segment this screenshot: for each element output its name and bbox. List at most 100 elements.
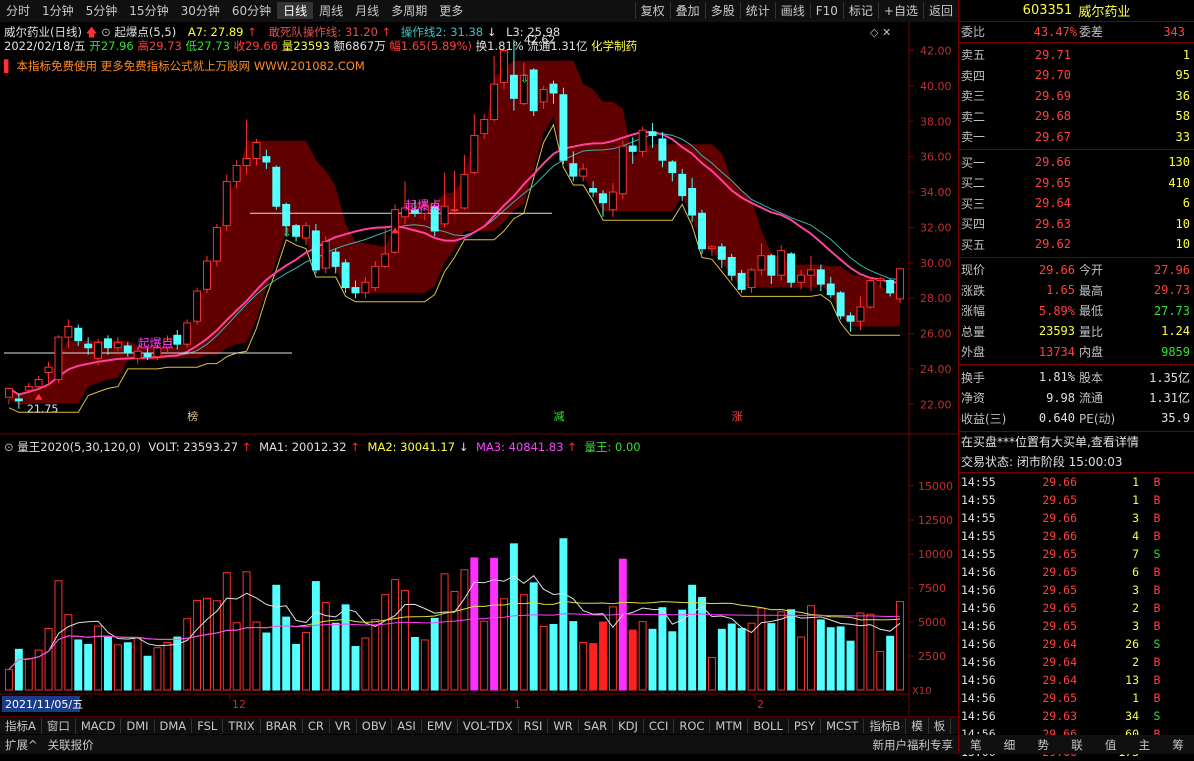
indicator-tab[interactable]: CCI — [644, 718, 675, 733]
book-row[interactable]: 卖四 29.70 95 — [959, 65, 1194, 86]
volume-bar — [539, 625, 548, 691]
toolbar-button[interactable]: 标记 — [842, 2, 878, 19]
book-row[interactable]: 卖五 29.71 1 — [959, 45, 1194, 66]
stat-value: 29.66 — [1038, 262, 1075, 277]
period-tab[interactable]: 多周期 — [385, 2, 433, 19]
close-icon[interactable]: ✕ — [882, 26, 891, 39]
toolbar-button[interactable]: 多股 — [704, 2, 740, 19]
big-order-notice[interactable]: 在买盘***位置有大买单,查看详情 — [959, 432, 1194, 453]
indicator-tab[interactable]: KDJ — [613, 718, 644, 733]
book-row[interactable]: 买一 29.66 130 — [959, 152, 1194, 173]
tick-tab[interactable]: 笔 — [970, 737, 982, 753]
indicator-tab[interactable]: WR — [548, 718, 579, 733]
settings-icon[interactable]: ⊙ — [4, 440, 14, 454]
toolbar-button[interactable]: 画线 — [774, 2, 810, 19]
toolbar-button[interactable]: +自选 — [877, 2, 923, 19]
vol-indicator-name[interactable]: 量王2020(5,30,120,0) — [17, 440, 140, 454]
indicator-tab[interactable]: OBV — [357, 718, 393, 733]
period-tab[interactable]: 1分钟 — [36, 2, 80, 19]
book-row[interactable]: 买二 29.65 410 — [959, 173, 1194, 194]
indicator-tab[interactable]: FSL — [192, 718, 224, 733]
indicator-tab[interactable]: SAR — [579, 718, 614, 733]
kline-chart[interactable]: 42.00 40.00 38.00 36.00 34.00 32.00 30.00 28.00… — [0, 22, 958, 716]
indicator-tab[interactable]: BRAR — [261, 718, 303, 733]
stat-value: 1.24 — [1161, 324, 1190, 339]
tick-tab[interactable]: 联 — [1071, 737, 1083, 753]
volume-bar — [14, 648, 23, 691]
toolbar-button[interactable]: 叠加 — [669, 2, 705, 19]
indicator-tab[interactable]: ASI — [392, 718, 422, 733]
candle-body — [133, 350, 142, 359]
promo-link[interactable]: ▌ 本指标免费使用 更多免费指标公式就上万股网 WWW.201082.COM — [4, 58, 365, 74]
indicator-name[interactable]: 起爆点(5,5) — [114, 25, 176, 39]
indicator-tab[interactable]: 板 — [929, 717, 952, 734]
book-row[interactable]: 买三 29.64 6 — [959, 193, 1194, 214]
indicator-tab[interactable]: 窗口 — [42, 717, 76, 734]
period-tab[interactable]: 周线 — [313, 2, 349, 19]
indicator-tab[interactable]: EMV — [422, 718, 458, 733]
expand-button[interactable]: 扩展^ — [0, 737, 43, 753]
period-tab[interactable]: 30分钟 — [175, 2, 226, 19]
book-row[interactable]: 卖二 29.68 58 — [959, 106, 1194, 127]
book-row[interactable]: 买五 29.62 10 — [959, 234, 1194, 255]
tick-time: 14:55 — [961, 528, 996, 543]
indicator-tab[interactable]: CR — [303, 718, 330, 733]
candle-body — [74, 327, 83, 342]
tick-volume: 1 — [1132, 690, 1139, 705]
ma1-value: MA1: 20012.32 — [259, 440, 347, 454]
price-axis-label: 22.00 — [920, 398, 952, 411]
period-tab[interactable]: 月线 — [349, 2, 385, 19]
indicator-tab[interactable]: RSI — [519, 718, 549, 733]
indicator-tab[interactable]: DMI — [121, 718, 155, 733]
new-user-promo[interactable]: 新用户福利专享 — [868, 737, 959, 753]
period-tab[interactable]: 日线 — [277, 2, 314, 19]
indicator-tab[interactable]: 指标B — [864, 717, 907, 734]
toolbar-button[interactable]: 复权 — [634, 2, 670, 19]
settings-icon[interactable]: ⊙ — [101, 25, 111, 39]
indicator-tab[interactable]: 模 — [906, 717, 929, 734]
indicator-tab[interactable]: ROC — [674, 718, 711, 733]
indicator-tab[interactable]: VOL-TDX — [458, 718, 519, 733]
indicator-tab[interactable]: TRIX — [223, 718, 261, 733]
weicha-label: 委差 — [1079, 25, 1104, 40]
indicator-tab[interactable]: BOLL — [748, 718, 789, 733]
period-tab[interactable]: 15分钟 — [123, 2, 174, 19]
diamond-icon[interactable]: ◇ — [870, 26, 878, 39]
candle — [836, 291, 845, 320]
related-quote-button[interactable]: 关联报价 — [43, 737, 99, 753]
book-row[interactable]: 买四 29.63 10 — [959, 214, 1194, 235]
indicator-tab[interactable]: DMA — [155, 718, 193, 733]
tick-tab[interactable]: 细 — [1004, 737, 1016, 753]
event-marker[interactable]: 涨 — [732, 410, 743, 423]
candle-body — [361, 281, 370, 294]
indicator-tab[interactable]: PSY — [789, 718, 822, 733]
volume-bar — [826, 627, 835, 691]
indicator-tab[interactable]: 指标A — [0, 717, 42, 734]
tick-tab[interactable]: 筹 — [1172, 737, 1184, 753]
period-tab[interactable]: 分时 — [0, 2, 36, 19]
indicator-tab[interactable]: MTM — [710, 718, 749, 733]
period-tab[interactable]: 更多 — [433, 2, 469, 19]
toolbar-button[interactable]: 返回 — [922, 2, 958, 19]
event-marker[interactable]: 减 — [554, 410, 565, 423]
tick-list[interactable]: 14:55 29.66 1 B 14:55 29.65 1 B 14:55 29.66 3 B 14:5… — [959, 473, 1194, 761]
chart-window-controls[interactable]: ◇ ✕ — [870, 26, 891, 39]
stat-value: 27.96 — [1153, 262, 1190, 277]
channel-band — [9, 60, 900, 406]
toolbar-button[interactable]: F10 — [809, 3, 843, 18]
indicator-tab[interactable]: MACD — [76, 718, 122, 733]
indicator-tab[interactable]: MCST — [821, 718, 865, 733]
indicator-tab[interactable]: VR — [330, 718, 357, 733]
tick-tab[interactable]: 势 — [1038, 737, 1050, 753]
book-row[interactable]: 卖一 29.67 33 — [959, 127, 1194, 148]
period-tab[interactable]: 5分钟 — [80, 2, 124, 19]
book-row[interactable]: 卖三 29.69 36 — [959, 86, 1194, 107]
event-marker[interactable]: 榜 — [187, 409, 198, 423]
tick-tab[interactable]: 值 — [1105, 737, 1117, 753]
stat-label: 外盘 — [961, 345, 986, 360]
book-price: 29.66 — [1034, 155, 1071, 170]
stock-code: 603351 — [1022, 3, 1073, 18]
toolbar-button[interactable]: 统计 — [739, 2, 775, 19]
tick-tab[interactable]: 主 — [1139, 737, 1151, 753]
period-tab[interactable]: 60分钟 — [226, 2, 277, 19]
